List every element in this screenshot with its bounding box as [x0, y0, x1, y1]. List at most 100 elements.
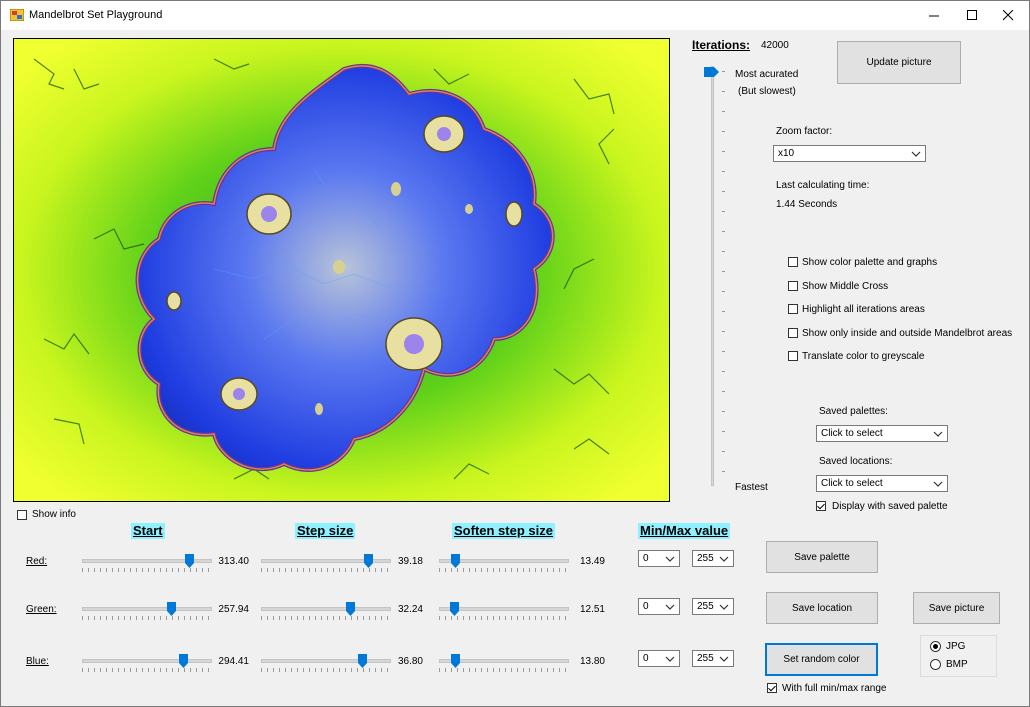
close-button[interactable] [985, 1, 1030, 30]
blue-step-slider[interactable] [261, 654, 391, 674]
green-min-select[interactable]: 0 [638, 598, 680, 615]
red-channel-label: Red: [26, 556, 48, 567]
set-random-color-button[interactable]: Set random color [765, 643, 878, 676]
red-soften-slider[interactable] [439, 554, 569, 574]
iterations-label: Iterations: [692, 38, 751, 52]
saved-palettes-select[interactable]: Click to select [816, 425, 948, 442]
iterations-value: 42000 [761, 40, 789, 51]
red-step-slider[interactable] [261, 554, 391, 574]
red-start-slider[interactable] [82, 554, 212, 574]
slider-thumb[interactable] [451, 654, 460, 668]
green-max-select[interactable]: 255 [692, 598, 734, 615]
option-greyscale-checkbox[interactable] [788, 351, 798, 361]
window-title: Mandelbrot Set Playground [29, 9, 163, 21]
show-info-checkbox[interactable] [17, 510, 27, 520]
chevron-down-icon [911, 151, 921, 157]
slider-thumb[interactable] [185, 554, 194, 568]
iterations-slider-ticks [722, 71, 725, 486]
option-inside-outside-checkbox[interactable] [788, 328, 798, 338]
green-soften-slider[interactable] [439, 602, 569, 622]
green-channel-label: Green: [26, 604, 57, 615]
iterations-slider-thumb[interactable] [704, 67, 720, 77]
saved-locations-select[interactable]: Click to select [816, 475, 948, 492]
blue-min-select[interactable]: 0 [638, 650, 680, 667]
maximize-icon [966, 10, 977, 20]
blue-soften-value: 13.80 [579, 656, 605, 667]
slider-ticks [439, 568, 569, 572]
minimize-icon [928, 15, 939, 17]
mandelbrot-image [14, 39, 669, 501]
saved-locations-label: Saved locations: [819, 456, 893, 467]
option-highlight-areas-checkbox[interactable] [788, 304, 798, 314]
last-time-value: 1.44 Seconds [776, 199, 838, 210]
blue-min-select-value: 0 [643, 653, 649, 664]
show-info-label: Show info [32, 509, 76, 520]
display-saved-palette-checkbox[interactable] [816, 501, 826, 511]
slider-ticks [439, 616, 569, 620]
slider-thumb[interactable] [167, 602, 176, 616]
slider-thumb[interactable] [451, 554, 460, 568]
red-min-select-value: 0 [643, 553, 649, 564]
saved-palettes-value: Click to select [821, 428, 883, 439]
green-max-select-value: 255 [697, 601, 714, 612]
saved-palettes-label: Saved palettes: [819, 406, 888, 417]
app-icon [10, 9, 24, 21]
slider-ticks [261, 668, 391, 672]
start-header: Start [131, 523, 165, 539]
slider-thumb[interactable] [358, 654, 367, 668]
blue-channel-label: Blue: [26, 656, 49, 667]
option-inside-outside-label: Show only inside and outside Mandelbrot … [802, 328, 1013, 339]
saved-locations-value: Click to select [821, 478, 883, 489]
blue-max-select[interactable]: 255 [692, 650, 734, 667]
slider-ticks [439, 668, 569, 672]
blue-start-value: 294.41 [218, 656, 249, 667]
red-max-select-value: 255 [697, 553, 714, 564]
last-time-label: Last calculating time: [776, 180, 870, 191]
save-location-button[interactable]: Save location [766, 592, 878, 624]
update-picture-button[interactable]: Update picture [837, 41, 961, 84]
green-start-slider[interactable] [82, 602, 212, 622]
slider-ticks [82, 616, 212, 620]
red-min-select[interactable]: 0 [638, 550, 680, 567]
chevron-down-icon [719, 656, 729, 662]
green-step-slider[interactable] [261, 602, 391, 622]
display-saved-palette-label: Display with saved palette [832, 501, 948, 512]
red-step-value: 39.18 [397, 556, 423, 567]
option-middle-cross-checkbox[interactable] [788, 281, 798, 291]
title-bar: Mandelbrot Set Playground [1, 1, 1029, 30]
format-jpg-label: JPG [946, 641, 966, 652]
save-picture-button[interactable]: Save picture [913, 592, 1000, 624]
full-range-checkbox[interactable] [767, 683, 777, 693]
slider-thumb[interactable] [346, 602, 355, 616]
slider-thumb[interactable] [450, 602, 459, 616]
red-start-value: 313.40 [218, 556, 249, 567]
save-palette-button[interactable]: Save palette [766, 541, 878, 573]
format-jpg-radio[interactable] [930, 641, 941, 652]
format-bmp-radio[interactable] [930, 659, 941, 670]
zoom-factor-label: Zoom factor: [776, 126, 833, 137]
red-max-select[interactable]: 255 [692, 550, 734, 567]
slider-bottom-label: Fastest [735, 482, 768, 493]
full-range-label: With full min/max range [782, 683, 887, 694]
slider-thumb[interactable] [179, 654, 188, 668]
zoom-factor-value: x10 [778, 148, 795, 159]
slider-top-sublabel: (But slowest) [738, 86, 796, 97]
chevron-down-icon [933, 481, 943, 487]
chevron-down-icon [933, 431, 943, 437]
slider-ticks [82, 568, 212, 572]
app-window: Mandelbrot Set Playground Show info Iter… [0, 0, 1030, 707]
option-color-palette-checkbox[interactable] [788, 257, 798, 267]
zoom-factor-select[interactable]: x10 [773, 145, 926, 162]
chevron-down-icon [719, 556, 729, 562]
close-icon [1002, 10, 1013, 21]
slider-track [82, 659, 212, 663]
slider-track [261, 659, 391, 663]
slider-track [82, 607, 212, 611]
slider-top-label: Most acurated [735, 69, 799, 80]
blue-start-slider[interactable] [82, 654, 212, 674]
slider-ticks [82, 668, 212, 672]
fractal-picture[interactable] [13, 38, 670, 502]
blue-soften-slider[interactable] [439, 654, 569, 674]
slider-thumb[interactable] [364, 554, 373, 568]
iterations-slider-track[interactable] [711, 66, 714, 486]
